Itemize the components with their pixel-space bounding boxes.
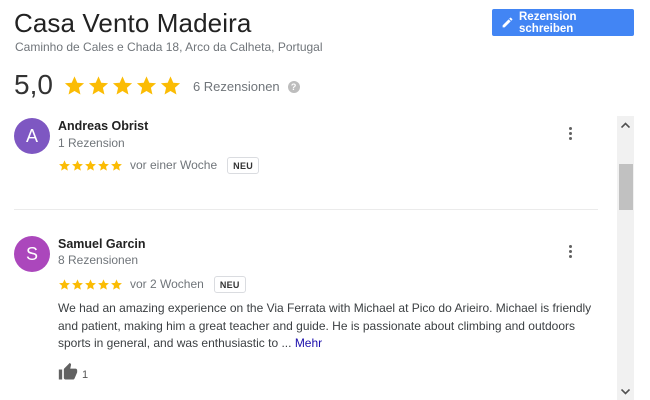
reviews-list[interactable]: A Andreas Obrist 1 Rezension vor einer W… [0, 116, 616, 400]
star-icon [85, 278, 96, 290]
divider [14, 209, 598, 210]
place-address: Caminho de Cales e Chada 18, Arco da Cal… [15, 40, 323, 54]
scroll-down-icon[interactable] [617, 383, 634, 400]
review-rating-row: vor einer Woche NEU [58, 155, 260, 175]
write-review-label: Rezension schreiben [519, 10, 577, 35]
scroll-up-icon[interactable] [617, 116, 634, 133]
reviewer-name[interactable]: Andreas Obrist [58, 119, 148, 133]
star-icon [72, 278, 83, 290]
review-date: vor 2 Wochen [130, 277, 204, 291]
new-badge: NEU [213, 275, 246, 293]
star-icon [160, 75, 181, 95]
star-icon [111, 159, 122, 171]
star-icon [59, 278, 70, 290]
review-rating-row: vor 2 Wochen NEU [58, 274, 246, 294]
place-title: Casa Vento Madeira [14, 8, 252, 38]
review-body: We had an amazing experience on the Via … [58, 301, 592, 350]
star-icon [98, 278, 109, 290]
star-icon [112, 75, 133, 95]
star-icon [88, 75, 109, 95]
rating-score: 5,0 [14, 69, 53, 100]
star-icon [64, 75, 85, 95]
reviewer-review-count: 8 Rezensionen [58, 253, 139, 267]
rating-summary: 5,0 6 Rezensionen ? [14, 68, 300, 102]
scrollbar[interactable] [617, 116, 634, 400]
star-icon [85, 159, 96, 171]
pencil-icon [502, 17, 513, 28]
more-link[interactable]: Mehr [295, 336, 322, 350]
review-text: We had an amazing experience on the Via … [58, 300, 603, 353]
review-date: vor einer Woche [130, 158, 218, 172]
star-icon [59, 159, 70, 171]
more-options-icon[interactable] [564, 242, 576, 260]
avatar[interactable]: A [14, 118, 50, 154]
like-count: 1 [82, 369, 89, 381]
write-review-button[interactable]: Rezension schreiben [492, 9, 634, 36]
reviewer-name[interactable]: Samuel Garcin [58, 237, 146, 251]
reviewer-review-count: 1 Rezension [58, 136, 125, 150]
review-stars [58, 159, 123, 172]
avatar[interactable]: S [14, 236, 50, 272]
help-icon[interactable]: ? [287, 80, 300, 93]
review-stars [58, 278, 123, 291]
star-icon [98, 159, 109, 171]
star-icon [111, 278, 122, 290]
review-count-link[interactable]: 6 Rezensionen [193, 79, 280, 94]
star-icon [136, 75, 157, 95]
scrollbar-thumb[interactable] [619, 164, 633, 210]
like-row: 1 [58, 362, 88, 382]
rating-stars [63, 74, 183, 97]
thumbs-up-icon[interactable] [58, 362, 78, 382]
more-options-icon[interactable] [564, 124, 576, 142]
new-badge: NEU [227, 156, 260, 174]
star-icon [72, 159, 83, 171]
